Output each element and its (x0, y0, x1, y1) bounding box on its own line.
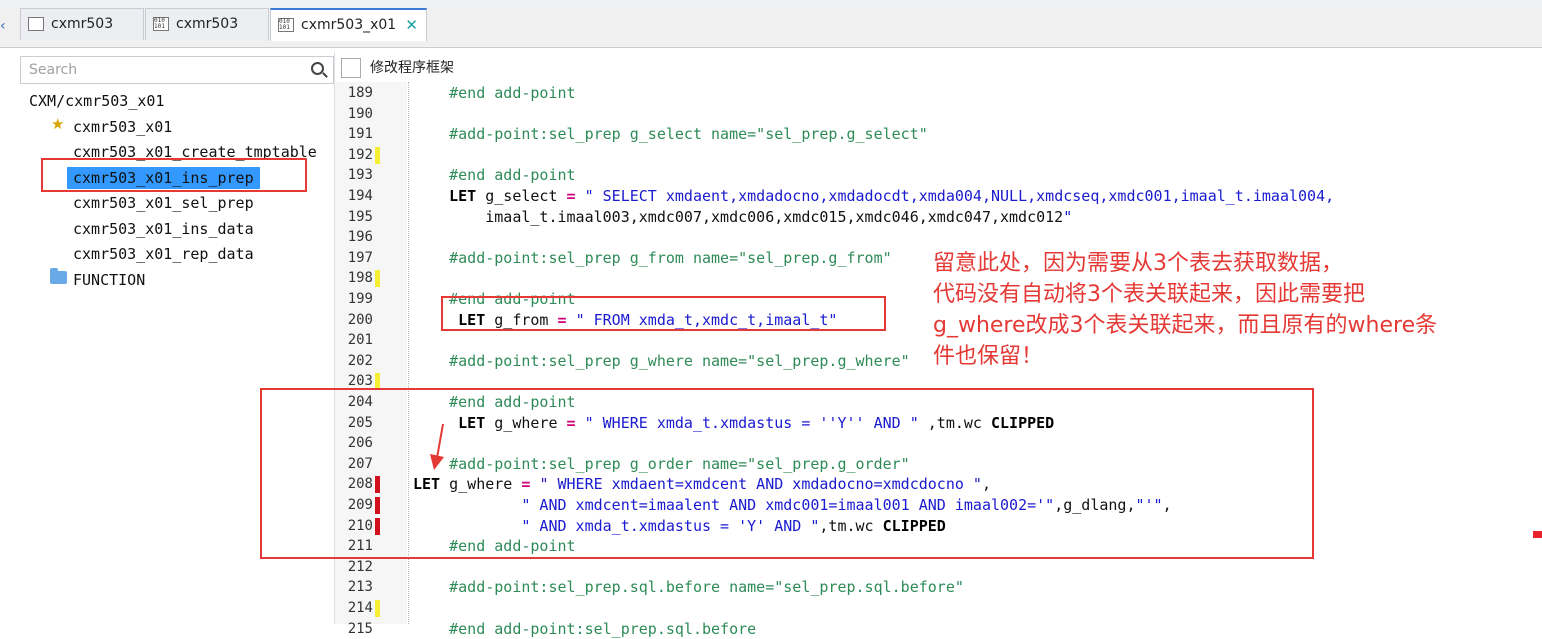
code-text[interactable]: #add-point:sel_prep g_select name="sel_p… (413, 124, 928, 145)
line-number: 193 (347, 167, 373, 184)
line-number: 192 (347, 146, 373, 163)
tab-cxmr503-form[interactable]: cxmr503 (20, 8, 144, 40)
tree-root[interactable]: CXM/cxmr503_x01 (29, 90, 164, 112)
folder-icon (50, 268, 67, 284)
tree-item-function[interactable]: FUNCTION (73, 269, 145, 291)
line-number: 202 (347, 352, 373, 369)
search-input[interactable]: Search (20, 56, 334, 84)
line-number: 212 (347, 558, 373, 575)
line-number: 191 (347, 126, 373, 143)
change-marker-yellow (375, 600, 380, 617)
annotation-line: g_where改成3个表关联起来，而且原有的where条 (933, 313, 1438, 338)
tree-item-rep-data[interactable]: cxmr503_x01_rep_data (73, 243, 254, 265)
code-text[interactable]: #add-point:sel_prep g_where name="sel_pr… (413, 351, 910, 372)
code-text[interactable]: LET g_select = " SELECT xmdaent,xmdadocn… (413, 186, 1334, 207)
close-tab-icon[interactable]: ✕ (405, 10, 418, 40)
line-number: 190 (347, 105, 373, 122)
code-text[interactable]: #add-point:sel_prep.sql.before name="sel… (413, 577, 964, 598)
scroll-marker (1533, 531, 1542, 538)
search-icon[interactable] (311, 62, 324, 75)
tree-item-main[interactable]: cxmr503_x01 (73, 116, 172, 138)
annotation-line: 件也保留！ (933, 344, 1044, 369)
tab-cxmr503-x01[interactable]: 010 101 cxmr503_x01 ✕ (270, 8, 427, 41)
modify-framework-checkbox[interactable] (341, 58, 361, 78)
window-top-strip (0, 0, 1542, 8)
highlight-box-g-where (260, 388, 1314, 559)
highlight-box-tree-item (41, 158, 307, 192)
code-text[interactable]: #end add-point:sel_prep.sql.before (413, 619, 756, 639)
line-number: 214 (347, 600, 373, 616)
binary-file-icon: 010 101 (278, 18, 294, 32)
form-icon (28, 17, 44, 31)
code-text[interactable]: #end add-point (413, 83, 575, 104)
tab-label: cxmr503 (176, 16, 239, 32)
tree-item-ins-data[interactable]: cxmr503_x01_ins_data (73, 218, 254, 240)
binary-file-icon: 010 101 (153, 17, 169, 31)
star-icon: ★ (51, 115, 65, 133)
modify-framework-label: 修改程序框架 (370, 60, 454, 76)
annotation-note: 留意此处，因为需要从3个表去获取数据， 代码没有自动将3个表关联起来，因此需要把… (933, 248, 1533, 372)
change-marker-yellow (375, 146, 380, 164)
line-number: 215 (347, 620, 373, 637)
line-number: 189 (347, 85, 373, 101)
tab-label: cxmr503_x01 (301, 17, 397, 33)
code-text[interactable]: #end add-point (413, 165, 575, 186)
code-text[interactable]: imaal_t.imaal003,xmdc007,xmdc006,xmdc015… (413, 207, 1072, 228)
collapse-chevron-icon[interactable]: ‹ (0, 14, 10, 38)
line-number: 195 (347, 208, 373, 225)
line-number: 197 (347, 249, 373, 266)
tree-item-sel-prep[interactable]: cxmr503_x01_sel_prep (73, 192, 254, 214)
change-marker-yellow (375, 270, 380, 288)
arrow-down-icon (430, 424, 444, 470)
tab-label: cxmr503 (51, 16, 114, 32)
line-number: 199 (347, 291, 373, 307)
line-number: 198 (347, 270, 373, 287)
annotation-line: 代码没有自动将3个表关联起来，因此需要把 (933, 282, 1365, 307)
highlight-box-g-from (441, 296, 886, 331)
line-number: 200 (347, 311, 373, 328)
line-number: 201 (347, 332, 373, 349)
tab-cxmr503-binary[interactable]: 010 101 cxmr503 (145, 8, 269, 40)
code-text[interactable]: #add-point:sel_prep g_from name="sel_pre… (413, 248, 892, 269)
line-number: 194 (347, 188, 373, 204)
annotation-line: 留意此处，因为需要从3个表去获取数据， (933, 251, 1343, 276)
line-number: 196 (347, 229, 373, 246)
line-number: 213 (347, 579, 373, 596)
